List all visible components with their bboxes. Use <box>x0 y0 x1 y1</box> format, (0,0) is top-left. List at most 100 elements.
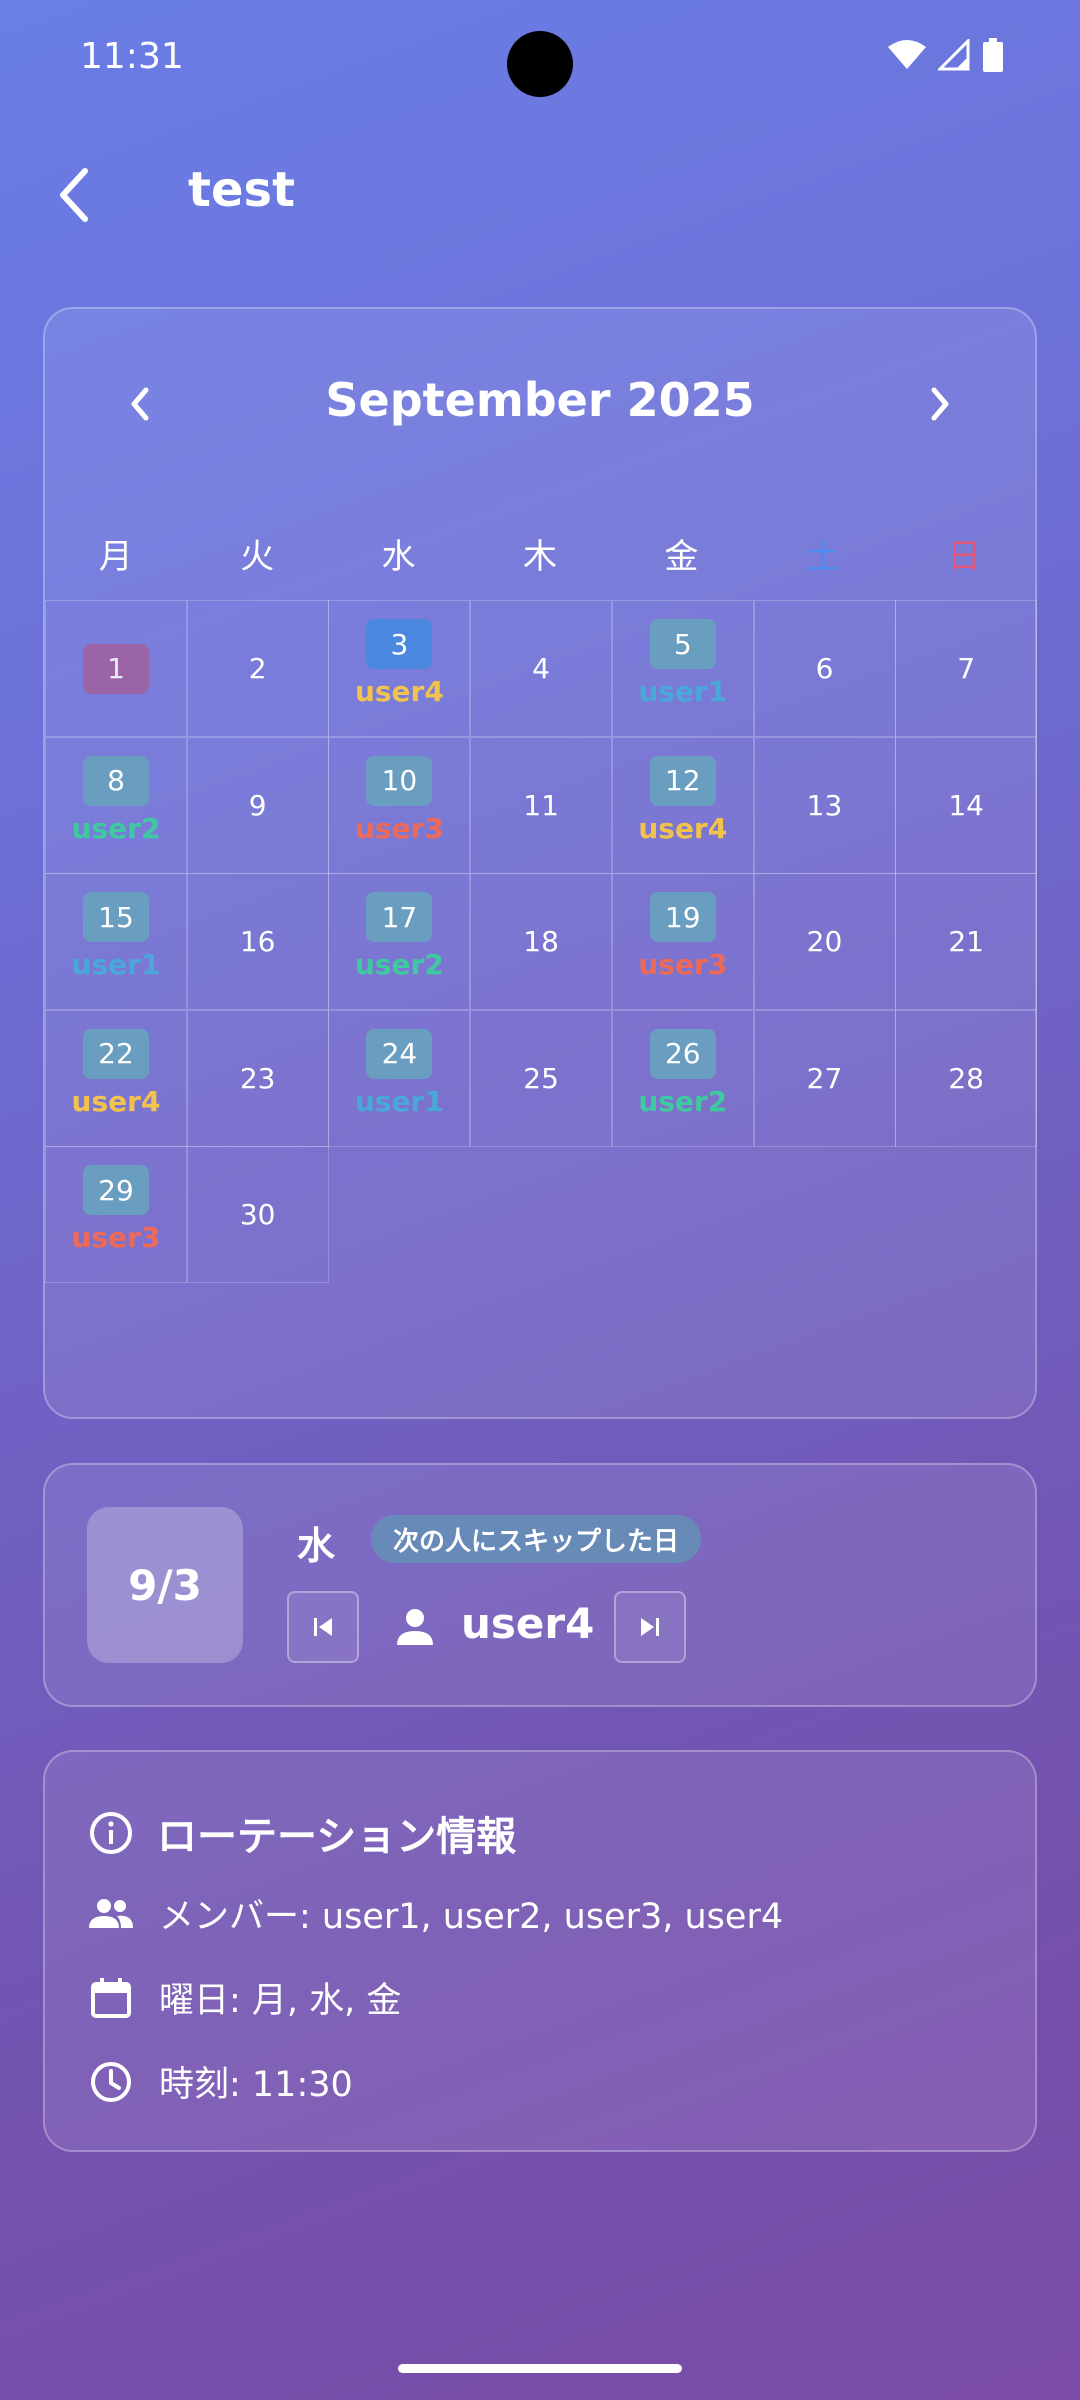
calendar-day-cell[interactable]: 30 <box>186 1146 329 1283</box>
weekdays-text: 曜日: 月, 水, 金 <box>159 1981 402 2021</box>
rotation-info-card: ローテーション情報 メンバー: user1, user2, user3, use… <box>43 1750 1037 2152</box>
skip-next-icon <box>641 1618 659 1636</box>
group-icon <box>89 1898 133 1928</box>
calendar-day-cell[interactable]: 12 user4 <box>611 736 754 874</box>
day-number: 27 <box>806 1061 843 1095</box>
person-icon <box>397 1609 433 1645</box>
day-number: 5 <box>649 619 716 669</box>
calendar-icon <box>91 1977 131 2018</box>
calendar-day-cell[interactable]: 26 user2 <box>611 1009 754 1147</box>
selected-date-box: 9/3 <box>87 1507 243 1663</box>
day-assigned-user: user1 <box>638 675 728 708</box>
time-row: 時刻: 11:30 <box>89 2056 353 2107</box>
calendar-header: September 2025 <box>45 349 1035 449</box>
day-number: 18 <box>523 925 559 958</box>
calendar-day-cell[interactable]: 21 <box>895 873 1038 1010</box>
weekday-label: 月 <box>98 537 133 577</box>
calendar-day-cell[interactable]: 19 user3 <box>611 873 754 1010</box>
calendar-day-cell[interactable]: 7 <box>895 600 1038 737</box>
weekday-header-row: 月火水木金土日 <box>45 529 1035 578</box>
calendar-day-cell[interactable]: 4 <box>470 600 613 737</box>
day-number: 4 <box>532 652 550 685</box>
weekday-label: 日 <box>947 537 982 577</box>
selected-weekday: 水 <box>297 1524 336 1568</box>
day-number: 7 <box>957 652 976 685</box>
day-number: 15 <box>83 892 149 942</box>
day-number: 14 <box>948 788 984 822</box>
day-number: 10 <box>366 755 433 806</box>
back-button[interactable] <box>40 160 110 230</box>
day-number: 12 <box>649 755 716 806</box>
calendar-day-cell[interactable]: 1 <box>45 600 187 737</box>
page-title: test <box>188 162 296 218</box>
members-text: メンバー: user1, user2, user3, user4 <box>159 1897 784 1937</box>
day-assigned-user: user2 <box>354 948 444 981</box>
next-user-button[interactable] <box>614 1591 686 1663</box>
rotation-info-title: ローテーション情報 <box>157 1814 517 1860</box>
rotation-info-heading: ローテーション情報 <box>89 1804 516 1862</box>
battery-icon <box>983 38 1003 72</box>
weekday-label: 水 <box>381 537 416 577</box>
day-number: 25 <box>523 1061 559 1095</box>
status-bar: 11:31 <box>0 0 1080 120</box>
day-number: 22 <box>83 1028 149 1079</box>
weekdays-row: 曜日: 月, 水, 金 <box>89 1972 401 2023</box>
day-number: 3 <box>366 619 433 669</box>
calendar-day-cell[interactable]: 5 user1 <box>611 600 754 737</box>
calendar-day-cell[interactable]: 13 <box>753 736 896 874</box>
calendar-day-cell[interactable]: 25 <box>470 1009 613 1147</box>
assigned-user: user4 <box>461 1599 595 1648</box>
day-number: 21 <box>948 925 984 958</box>
calendar-day-cell[interactable]: 6 <box>753 600 896 737</box>
day-assigned-user: user3 <box>71 1221 161 1254</box>
calendar-day-cell[interactable]: 9 <box>186 736 329 874</box>
calendar-day-cell[interactable]: 18 <box>470 873 613 1010</box>
day-number: 1 <box>83 643 149 694</box>
skip-status-badge: 次の人にスキップした日 <box>371 1515 702 1563</box>
weekday-label: 木 <box>522 537 557 577</box>
day-number: 24 <box>366 1028 433 1079</box>
calendar-card: September 2025 月火水木金土日 1 2 3 user4 4 5 user1 6 7… <box>43 307 1038 1419</box>
calendar-day-cell[interactable]: 23 <box>186 1009 329 1147</box>
day-assigned-user: user4 <box>71 1084 161 1118</box>
time-text: 時刻: 11:30 <box>159 2065 353 2105</box>
day-number: 11 <box>523 788 559 822</box>
day-number: 23 <box>239 1061 276 1095</box>
day-number: 2 <box>248 652 267 685</box>
calendar-day-cell[interactable]: 16 <box>186 873 329 1010</box>
signal-icon <box>938 39 970 71</box>
weekday-label: 火 <box>240 537 275 577</box>
day-number: 13 <box>806 788 843 822</box>
day-number: 6 <box>815 652 834 685</box>
info-icon <box>90 1812 132 1854</box>
calendar-day-cell[interactable]: 22 user4 <box>45 1009 187 1147</box>
selected-day-card: 9/3 水 次の人にスキップした日 user4 <box>43 1463 1037 1707</box>
next-month-button[interactable] <box>905 369 975 439</box>
calendar-day-cell[interactable]: 3 user4 <box>328 600 471 737</box>
calendar-day-cell[interactable]: 10 user3 <box>328 736 471 874</box>
calendar-day-cell[interactable]: 17 user2 <box>328 873 471 1010</box>
home-indicator[interactable] <box>398 2364 682 2373</box>
calendar-day-cell[interactable]: 11 <box>470 736 613 874</box>
calendar-day-cell[interactable]: 28 <box>895 1009 1038 1147</box>
members-row: メンバー: user1, user2, user3, user4 <box>89 1888 783 1939</box>
previous-user-button[interactable] <box>287 1591 359 1663</box>
calendar-day-cell[interactable]: 14 <box>895 736 1038 874</box>
calendar-day-cell[interactable]: 15 user1 <box>45 873 187 1010</box>
calendar-day-cell[interactable]: 29 user3 <box>45 1146 187 1283</box>
calendar-day-cell[interactable]: 27 <box>753 1009 896 1147</box>
calendar-day-cell[interactable]: 8 user2 <box>45 736 187 874</box>
status-time: 11:31 <box>80 36 184 77</box>
day-number: 8 <box>83 755 149 806</box>
day-number: 28 <box>948 1061 984 1095</box>
calendar-day-cell[interactable]: 20 <box>753 873 896 1010</box>
calendar-day-cell[interactable]: 24 user1 <box>328 1009 471 1147</box>
day-assigned-user: user2 <box>71 811 161 845</box>
calendar-month-label: September 2025 <box>325 373 755 427</box>
day-number: 19 <box>649 892 716 942</box>
calendar-day-cell[interactable]: 2 <box>186 600 329 737</box>
day-number: 29 <box>83 1165 149 1215</box>
wifi-icon <box>888 40 926 69</box>
clock-icon <box>91 2061 131 2102</box>
day-assigned-user: user4 <box>638 811 728 845</box>
